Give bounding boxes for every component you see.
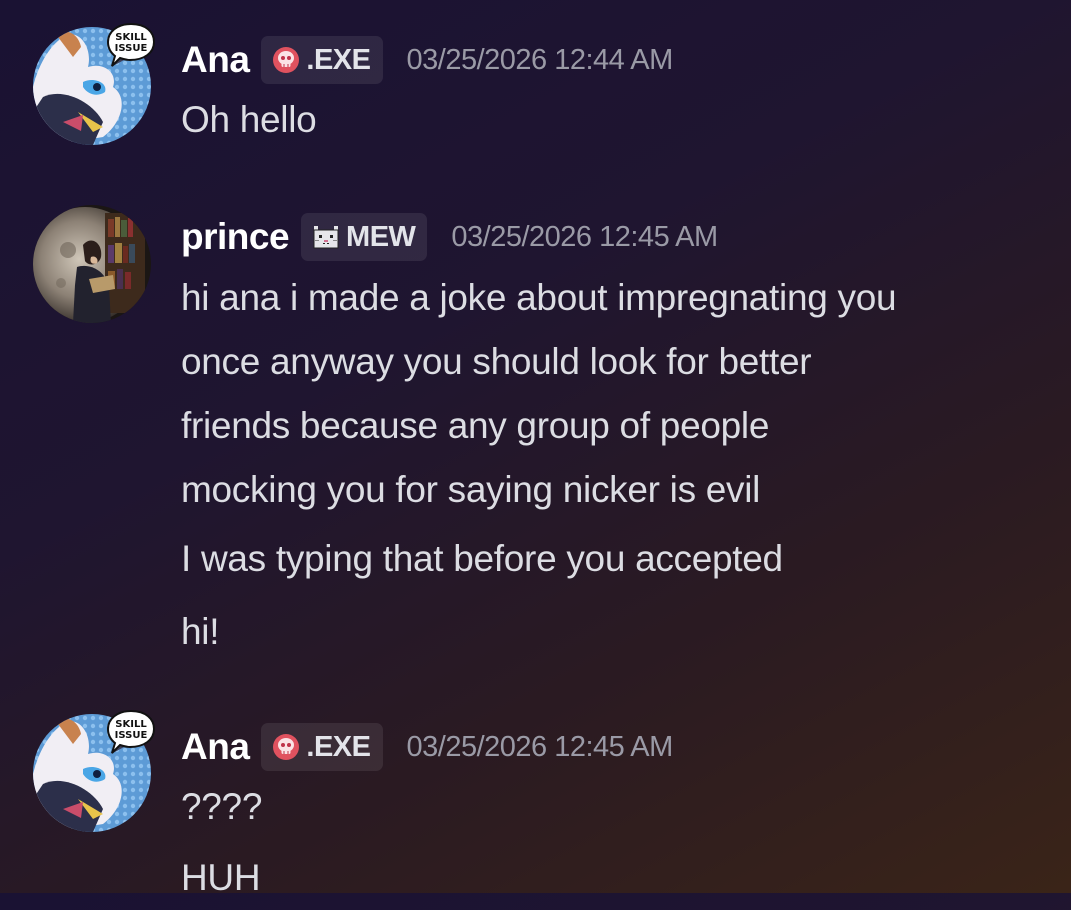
svg-text:ISSUE: ISSUE bbox=[115, 730, 148, 741]
message-header: Ana .EXE 03/25/2026 12:45 AM bbox=[181, 720, 673, 774]
svg-text:SKILL: SKILL bbox=[115, 719, 147, 730]
message-text: HUH bbox=[181, 857, 261, 898]
username[interactable]: Ana bbox=[181, 726, 250, 768]
server-tag-label: .EXE bbox=[306, 730, 371, 763]
skull-icon bbox=[273, 734, 300, 760]
server-tag[interactable]: .EXE bbox=[261, 723, 383, 771]
skill-issue-badge: SKILL ISSUE bbox=[106, 709, 156, 754]
message-text: ???? bbox=[181, 786, 263, 827]
message-group: SKILL ISSUE Ana .EXE 03/25/2026 12:45 AM… bbox=[0, 0, 1071, 898]
timestamp[interactable]: 03/25/2026 12:45 AM bbox=[407, 731, 674, 764]
